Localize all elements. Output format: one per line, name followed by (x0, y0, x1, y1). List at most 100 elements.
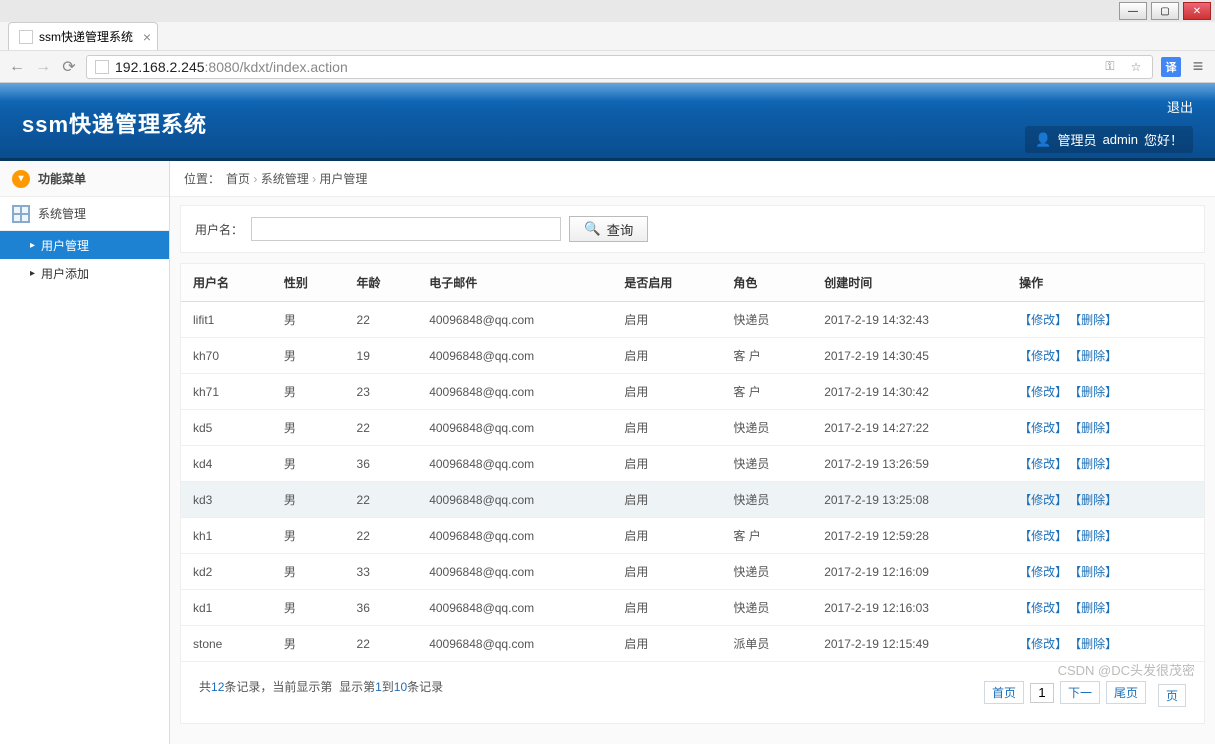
edit-link[interactable]: 【修改】 (1019, 601, 1067, 615)
minimize-button[interactable]: — (1119, 2, 1147, 20)
table-cell-ops: 【修改】【删除】 (1007, 302, 1204, 338)
forward-button[interactable]: → (34, 58, 52, 76)
menu-toggle-icon[interactable]: ▾ (12, 170, 30, 188)
table-cell: 2017-2-19 14:32:43 (812, 302, 1007, 338)
table-cell: 快递员 (721, 446, 812, 482)
reload-button[interactable]: ⟳ (60, 58, 78, 76)
table-cell: kh1 (181, 518, 272, 554)
edit-link[interactable]: 【修改】 (1019, 529, 1067, 543)
username-search-input[interactable] (251, 217, 561, 241)
edit-link[interactable]: 【修改】 (1019, 349, 1067, 363)
table-header: 角色 (721, 264, 812, 302)
pager: 共12条记录，当前显示第 显示第1到10条记录 首页 下一 尾页 页 (181, 662, 1204, 723)
data-table: 用户名性别年龄电子邮件是否启用角色创建时间操作 lifit1男224009684… (180, 263, 1205, 724)
star-icon[interactable]: ☆ (1128, 59, 1144, 75)
table-cell: 启用 (612, 482, 721, 518)
pager-last[interactable]: 尾页 (1106, 681, 1146, 704)
delete-link[interactable]: 【删除】 (1075, 493, 1117, 507)
favicon-icon (19, 30, 33, 44)
search-button[interactable]: 🔍 查询 (569, 216, 648, 242)
table-row: kd2男3340096848@qq.com启用快递员2017-2-19 12:1… (181, 554, 1204, 590)
table-cell: 2017-2-19 12:15:49 (812, 626, 1007, 662)
table-cell: 启用 (612, 446, 721, 482)
table-cell: kd1 (181, 590, 272, 626)
table-cell: 男 (272, 446, 345, 482)
table-cell: 40096848@qq.com (417, 626, 612, 662)
edit-link[interactable]: 【修改】 (1019, 385, 1067, 399)
delete-link[interactable]: 【删除】 (1075, 529, 1117, 543)
table-cell: 启用 (612, 518, 721, 554)
table-cell: 客 户 (721, 518, 812, 554)
table-cell: 40096848@qq.com (417, 302, 612, 338)
page-icon (95, 60, 109, 74)
breadcrumb-link[interactable]: 系统管理 (261, 172, 309, 186)
pager-current-input[interactable] (1030, 683, 1054, 703)
table-cell: 男 (272, 626, 345, 662)
close-tab-icon[interactable]: × (143, 29, 151, 45)
delete-link[interactable]: 【删除】 (1075, 349, 1117, 363)
table-cell: 快递员 (721, 590, 812, 626)
window-controls: — ▢ ✕ (0, 0, 1215, 22)
chevron-right-icon: ▸ (30, 240, 35, 251)
translate-icon[interactable]: 译 (1161, 57, 1181, 77)
table-cell: 男 (272, 302, 345, 338)
table-cell: 2017-2-19 12:59:28 (812, 518, 1007, 554)
logout-link[interactable]: 退出 (1025, 97, 1193, 116)
pager-page-unit[interactable]: 页 (1158, 684, 1186, 707)
delete-link[interactable]: 【删除】 (1075, 385, 1117, 399)
sidebar-item-1[interactable]: ▸用户添加 (0, 259, 169, 287)
table-cell: 40096848@qq.com (417, 446, 612, 482)
sidebar-item-0[interactable]: ▸用户管理 (0, 231, 169, 259)
table-cell: kd4 (181, 446, 272, 482)
delete-link[interactable]: 【删除】 (1075, 565, 1117, 579)
pager-first[interactable]: 首页 (984, 681, 1024, 704)
edit-link[interactable]: 【修改】 (1019, 493, 1067, 507)
table-cell: 40096848@qq.com (417, 590, 612, 626)
table-cell: 男 (272, 554, 345, 590)
table-row: kh71男2340096848@qq.com启用客 户2017-2-19 14:… (181, 374, 1204, 410)
table-cell: 快递员 (721, 482, 812, 518)
sidebar-section-system[interactable]: 系统管理 (0, 197, 169, 231)
table-cell-ops: 【修改】【删除】 (1007, 554, 1204, 590)
edit-link[interactable]: 【修改】 (1019, 565, 1067, 579)
delete-link[interactable]: 【删除】 (1075, 421, 1117, 435)
table-cell: 22 (345, 302, 418, 338)
table-cell: 快递员 (721, 410, 812, 446)
content-area: 位置： 首页 › 系统管理 › 用户管理 用户名： 🔍 查询 用户名性别年龄电子… (170, 161, 1215, 744)
edit-link[interactable]: 【修改】 (1019, 457, 1067, 471)
delete-link[interactable]: 【删除】 (1075, 637, 1117, 651)
close-window-button[interactable]: ✕ (1183, 2, 1211, 20)
pager-next[interactable]: 下一 (1060, 681, 1100, 704)
user-icon: 👤 (1035, 132, 1051, 148)
table-cell-ops: 【修改】【删除】 (1007, 518, 1204, 554)
table-cell: 启用 (612, 554, 721, 590)
table-cell: 快递员 (721, 554, 812, 590)
edit-link[interactable]: 【修改】 (1019, 421, 1067, 435)
breadcrumb-link[interactable]: 首页 (226, 172, 250, 186)
delete-link[interactable]: 【删除】 (1075, 313, 1117, 327)
search-toolbar: 用户名： 🔍 查询 (180, 205, 1205, 253)
table-row: kd4男3640096848@qq.com启用快递员2017-2-19 13:2… (181, 446, 1204, 482)
browser-tab[interactable]: ssm快递管理系统 × (8, 22, 158, 50)
table-cell: kd2 (181, 554, 272, 590)
maximize-button[interactable]: ▢ (1151, 2, 1179, 20)
delete-link[interactable]: 【删除】 (1075, 601, 1117, 615)
edit-link[interactable]: 【修改】 (1019, 637, 1067, 651)
table-cell: 40096848@qq.com (417, 410, 612, 446)
table-cell: 36 (345, 590, 418, 626)
address-bar: ← → ⟳ 192.168.2.245:8080/kdxt/index.acti… (0, 50, 1215, 82)
url-text: 192.168.2.245:8080/kdxt/index.action (115, 59, 1096, 75)
menu-icon[interactable]: ≡ (1189, 58, 1207, 76)
table-cell: 启用 (612, 410, 721, 446)
table-header: 用户名 (181, 264, 272, 302)
search-label: 用户名： (195, 221, 243, 238)
table-cell-ops: 【修改】【删除】 (1007, 626, 1204, 662)
delete-link[interactable]: 【删除】 (1075, 457, 1117, 471)
breadcrumb-link[interactable]: 用户管理 (319, 172, 367, 186)
url-box[interactable]: 192.168.2.245:8080/kdxt/index.action ⚿ ☆ (86, 55, 1153, 79)
edit-link[interactable]: 【修改】 (1019, 313, 1067, 327)
table-cell: 40096848@qq.com (417, 554, 612, 590)
back-button[interactable]: ← (8, 58, 26, 76)
key-icon[interactable]: ⚿ (1102, 59, 1118, 75)
table-cell-ops: 【修改】【删除】 (1007, 482, 1204, 518)
